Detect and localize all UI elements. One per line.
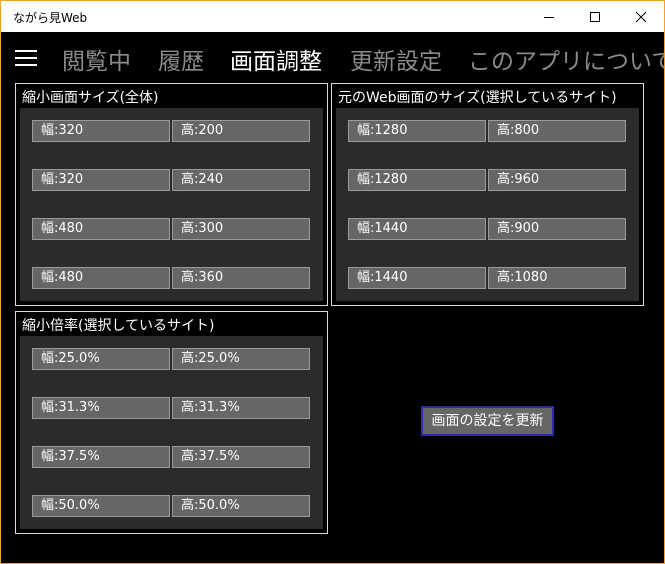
width-value: 幅:1280 (348, 169, 486, 191)
thumb-size-panel: 縮小画面サイズ(全体) 幅:320 高:200 幅:320 高:240 幅:48… (15, 83, 328, 306)
height-value: 高:1080 (488, 267, 626, 289)
tab-about[interactable]: このアプリについて (468, 42, 664, 76)
panel-body: 幅:1280 高:800 幅:1280 高:960 幅:1440 高:900 幅… (336, 108, 639, 301)
minimize-icon (544, 16, 554, 18)
minimize-button[interactable] (526, 1, 572, 32)
maximize-button[interactable] (572, 1, 618, 32)
close-button[interactable] (618, 1, 664, 32)
height-option[interactable]: 高:240 (172, 169, 310, 191)
scale-panel: 縮小倍率(選択しているサイト) 幅:25.0% 高:25.0% 幅:31.3% … (15, 311, 328, 534)
height-scale: 高:25.0% (172, 348, 310, 370)
tab-browsing[interactable]: 閲覧中 (62, 42, 131, 76)
tab-screen-adjust[interactable]: 画面調整 (230, 42, 322, 76)
maximize-icon (590, 11, 600, 22)
hamburger-icon[interactable] (15, 50, 37, 66)
height-value: 高:900 (488, 218, 626, 240)
height-option[interactable]: 高:200 (172, 120, 310, 142)
width-value: 幅:1440 (348, 267, 486, 289)
height-scale: 高:37.5% (172, 446, 310, 468)
panel-body: 幅:320 高:200 幅:320 高:240 幅:480 高:300 幅:48… (20, 108, 323, 301)
width-option[interactable]: 幅:320 (32, 169, 170, 191)
tab-update-settings[interactable]: 更新設定 (350, 42, 442, 76)
width-value: 幅:1440 (348, 218, 486, 240)
width-scale: 幅:25.0% (32, 348, 170, 370)
width-option[interactable]: 幅:480 (32, 218, 170, 240)
tab-history[interactable]: 履歴 (158, 42, 204, 76)
window-title: ながら見Web (13, 11, 88, 25)
height-option[interactable]: 高:300 (172, 218, 310, 240)
panel-title: 縮小倍率(選択しているサイト) (22, 318, 215, 334)
panel-body: 幅:25.0% 高:25.0% 幅:31.3% 高:31.3% 幅:37.5% … (20, 336, 323, 529)
width-scale: 幅:31.3% (32, 397, 170, 419)
nav-bar: 閲覧中 履歴 画面調整 更新設定 このアプリについて (1, 32, 664, 82)
close-icon (635, 11, 647, 22)
width-value: 幅:1280 (348, 120, 486, 142)
width-scale: 幅:37.5% (32, 446, 170, 468)
title-bar[interactable]: ながら見Web (1, 1, 664, 32)
height-option[interactable]: 高:360 (172, 267, 310, 289)
height-scale: 高:50.0% (172, 495, 310, 517)
width-option[interactable]: 幅:480 (32, 267, 170, 289)
width-scale: 幅:50.0% (32, 495, 170, 517)
width-option[interactable]: 幅:320 (32, 120, 170, 142)
height-scale: 高:31.3% (172, 397, 310, 419)
height-value: 高:960 (488, 169, 626, 191)
web-size-panel: 元のWeb画面のサイズ(選択しているサイト) 幅:1280 高:800 幅:12… (331, 83, 644, 306)
app-window: ながら見Web 閲覧中 履歴 画面調整 更新設定 このアプリについて 縮小画面サ… (0, 0, 665, 564)
update-screen-settings-button[interactable]: 画面の設定を更新 (421, 406, 554, 436)
panel-title: 縮小画面サイズ(全体) (22, 90, 159, 106)
height-value: 高:800 (488, 120, 626, 142)
panel-title: 元のWeb画面のサイズ(選択しているサイト) (338, 90, 617, 106)
